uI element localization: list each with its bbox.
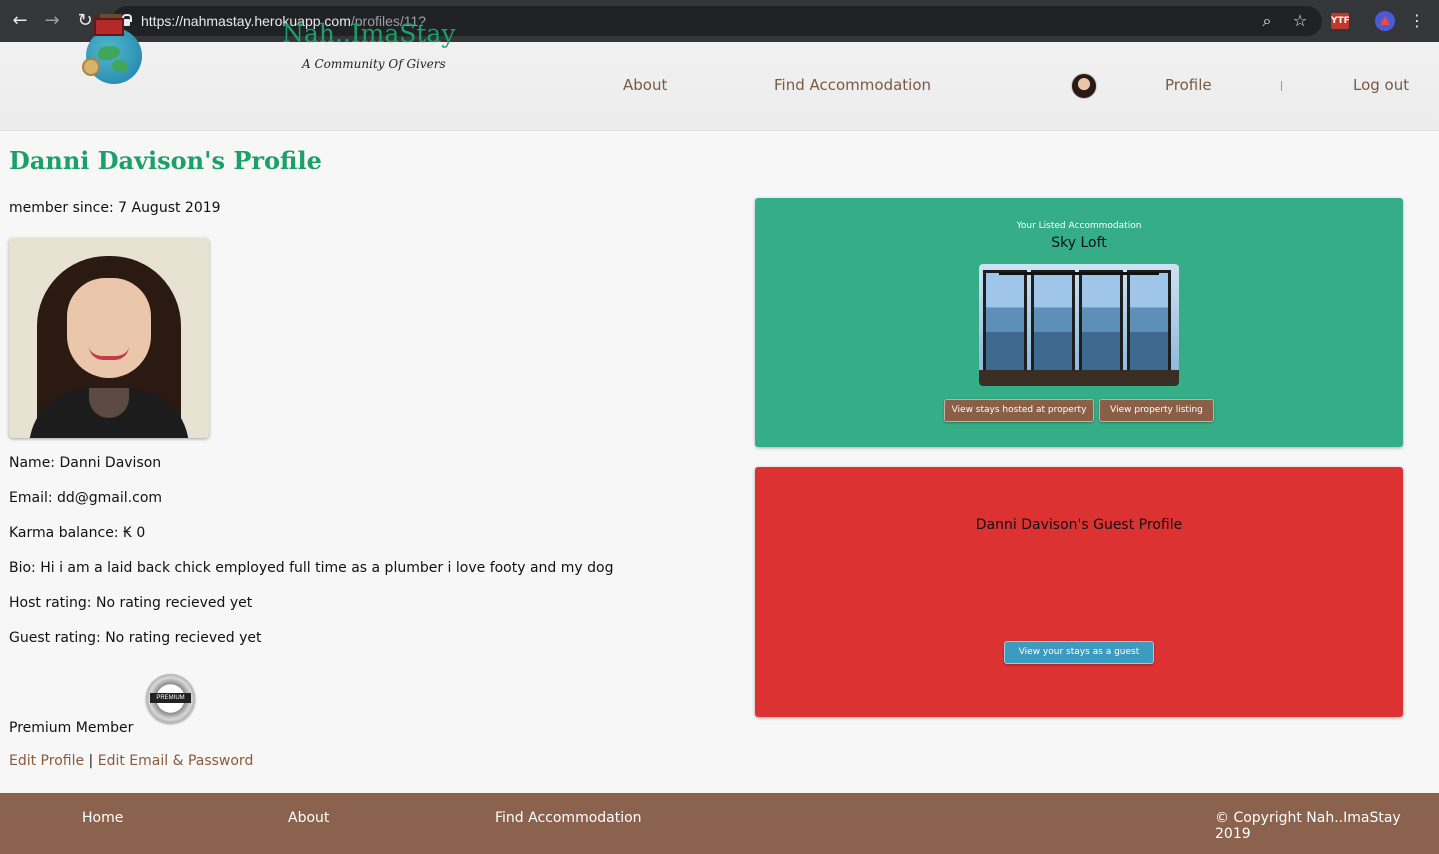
member-since: member since: 7 August 2019 <box>9 200 221 216</box>
nav-logout[interactable]: Log out <box>1353 76 1409 94</box>
star-bookmark-icon[interactable]: ☆ <box>1290 11 1310 31</box>
profile-bio: Bio: Hi i am a laid back chick employed … <box>9 560 614 576</box>
profile-email: Email: dd@gmail.com <box>9 490 163 506</box>
footer-copyright: © Copyright Nah..ImaStay 2019 <box>1215 810 1401 842</box>
premium-badge-icon: PREMIUM <box>146 674 195 723</box>
site-header <box>0 42 1439 131</box>
guest-profile-title: Danni Davison's Guest Profile <box>975 517 1183 533</box>
zoom-icon[interactable]: ⌕ <box>1257 11 1277 31</box>
nav-profile[interactable]: Profile <box>1165 76 1212 94</box>
edit-profile-link[interactable]: Edit Profile <box>9 753 84 769</box>
footer-about[interactable]: About <box>288 810 329 826</box>
menu-kebab-icon[interactable]: ⋮ <box>1407 11 1427 31</box>
brand-subtitle: A Community Of Givers <box>302 57 446 71</box>
property-name: Sky Loft <box>1051 235 1107 251</box>
guest-profile-card: Danni Davison's Guest Profile View your … <box>755 467 1403 717</box>
view-property-listing-button[interactable]: View property listing <box>1099 399 1214 422</box>
host-rating: Host rating: No rating recieved yet <box>9 595 253 611</box>
nav-divider <box>1281 81 1282 91</box>
karma-balance: Karma balance: ₭ 0 <box>9 525 146 541</box>
logo-globe-icon[interactable] <box>82 14 144 86</box>
ytf-extension-icon[interactable]: YTF <box>1331 13 1350 29</box>
avatar[interactable] <box>1071 73 1097 99</box>
forward-arrow-icon[interactable]: → <box>42 11 62 31</box>
footer-find-accommodation[interactable]: Find Accommodation <box>495 810 642 826</box>
back-arrow-icon[interactable]: ← <box>10 11 30 31</box>
listed-accommodation-card: Your Listed Accommodation Sky Loft View … <box>755 198 1403 447</box>
footer-home[interactable]: Home <box>82 810 123 826</box>
view-guest-stays-button[interactable]: View your stays as a guest <box>1004 641 1154 664</box>
nav-about[interactable]: About <box>623 76 667 94</box>
extension-icon[interactable] <box>1375 11 1395 31</box>
profile-photo <box>9 238 209 438</box>
profile-name: Name: Danni Davison <box>9 455 162 471</box>
premium-member-label: Premium Member <box>9 720 134 736</box>
nav-find-accommodation[interactable]: Find Accommodation <box>774 76 931 94</box>
edit-email-password-link[interactable]: Edit Email & Password <box>98 753 254 769</box>
browser-toolbar: ← → ↻ https://nahmastay.herokuapp.com/pr… <box>0 0 1439 42</box>
property-image[interactable] <box>979 264 1179 386</box>
edit-links: Edit Profile | Edit Email & Password <box>9 753 253 769</box>
listed-accommodation-caption: Your Listed Accommodation <box>1016 221 1142 231</box>
link-separator: | <box>88 753 94 769</box>
page-title: Danni Davison's Profile <box>9 146 322 175</box>
brand-title[interactable]: Nah..ImaStay <box>282 19 455 48</box>
guest-rating: Guest rating: No rating recieved yet <box>9 630 262 646</box>
view-stays-hosted-button[interactable]: View stays hosted at property <box>944 399 1094 422</box>
site-footer: Home About Find Accommodation © Copyrigh… <box>0 793 1439 854</box>
